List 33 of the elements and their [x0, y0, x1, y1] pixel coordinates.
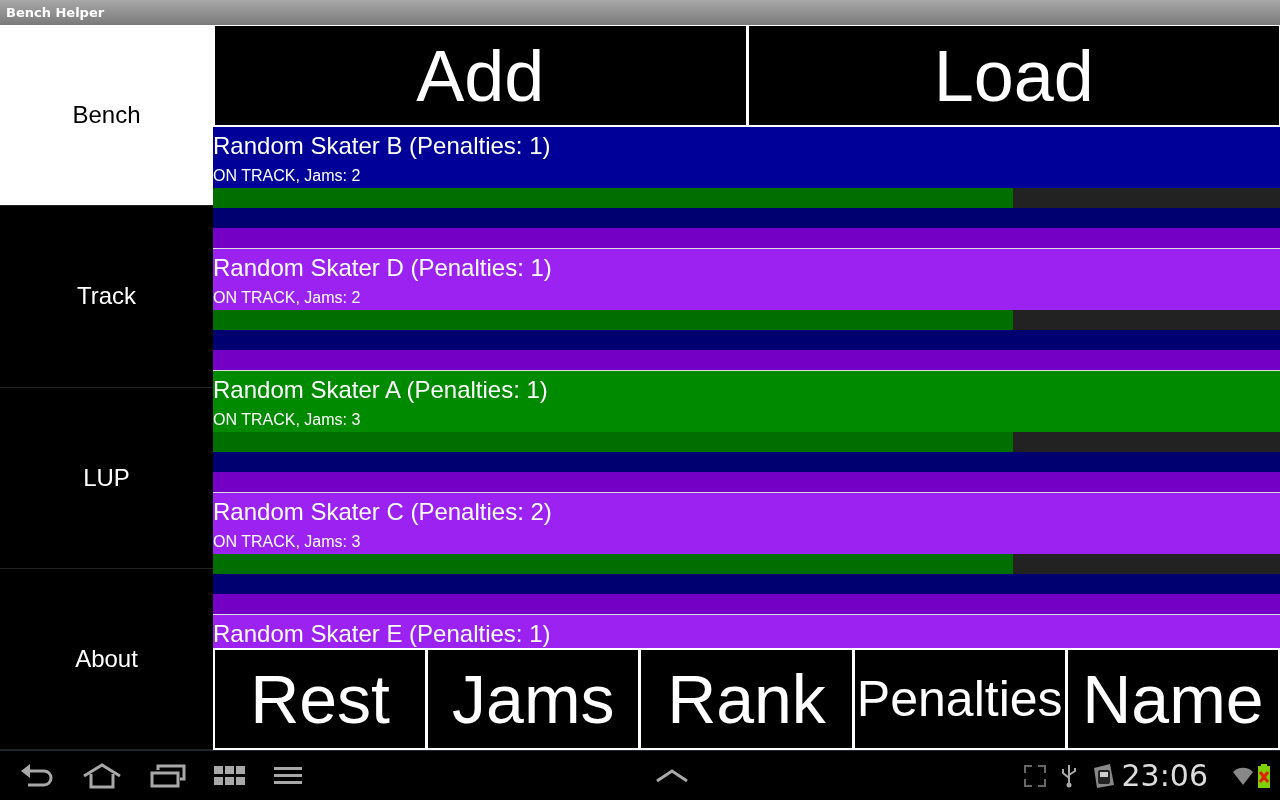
- skater-status: ON TRACK, Jams: 3: [213, 410, 361, 430]
- skater-name: Random Skater A (Penalties: 1): [213, 375, 548, 405]
- home-icon[interactable]: [82, 762, 122, 789]
- skater-status: ON TRACK, Jams: 3: [213, 532, 361, 552]
- sort-button[interactable]: Rest: [215, 650, 426, 748]
- menu-icon[interactable]: [274, 765, 302, 786]
- skater-name: Random Skater B (Penalties: 1): [213, 131, 551, 161]
- sort-button[interactable]: Penalties: [854, 650, 1065, 748]
- skater-row[interactable]: Random Skater B (Penalties: 1) ON TRACK, Jams: 2: [213, 127, 1280, 249]
- action-button[interactable]: Load: [748, 26, 1279, 125]
- skater-row[interactable]: Random Skater E (Penalties: 1): [213, 615, 1280, 648]
- skater-name: Random Skater E (Penalties: 1): [213, 619, 551, 648]
- caret-icon[interactable]: [656, 768, 689, 783]
- skater-status: ON TRACK, Jams: 2: [213, 288, 361, 308]
- window-title: Bench Helper: [6, 5, 105, 20]
- skater-row[interactable]: Random Skater D (Penalties: 1) ON TRACK, Jams: 2: [213, 249, 1280, 371]
- skater-row[interactable]: Random Skater A (Penalties: 1) ON TRACK, Jams: 3: [213, 371, 1280, 493]
- skater-status: ON TRACK, Jams: 2: [213, 166, 361, 186]
- skater-name: Random Skater D (Penalties: 1): [213, 253, 552, 283]
- clock: 23:06: [1121, 758, 1208, 793]
- grid-icon[interactable]: [214, 764, 246, 787]
- skater-row[interactable]: Random Skater C (Penalties: 2) ON TRACK, Jams: 3: [213, 493, 1280, 615]
- sort-button[interactable]: Jams: [428, 650, 639, 748]
- battery-icon: [1258, 763, 1270, 788]
- sidebar-tab[interactable]: Bench: [0, 25, 213, 207]
- usb-icon: [1059, 763, 1078, 788]
- skater-name: Random Skater C (Penalties: 2): [213, 497, 552, 527]
- action-button[interactable]: Add: [215, 26, 746, 125]
- sort-button[interactable]: Rank: [641, 650, 852, 748]
- sort-button[interactable]: Name: [1067, 650, 1278, 748]
- expand-icon: [1023, 764, 1046, 787]
- back-icon[interactable]: [20, 762, 54, 789]
- recent-apps-icon[interactable]: [150, 763, 186, 788]
